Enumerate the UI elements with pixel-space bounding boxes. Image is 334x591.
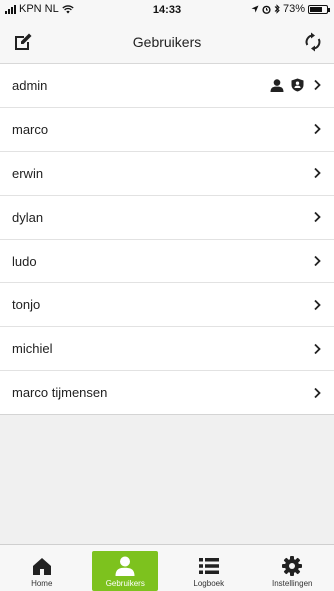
list-item[interactable]: ludo bbox=[0, 240, 334, 284]
tab-label: Logboek bbox=[193, 579, 225, 588]
user-name: erwin bbox=[12, 165, 44, 181]
user-name: admin bbox=[12, 77, 48, 93]
user-name: marco tijmensen bbox=[12, 385, 108, 401]
user-list: admin marco erwin dylan ludo tonjo michi… bbox=[0, 64, 334, 416]
chevron-right-icon bbox=[314, 255, 321, 267]
list-item[interactable]: marco tijmensen bbox=[0, 371, 334, 416]
bluetooth-icon bbox=[274, 4, 280, 14]
chevron-right-icon bbox=[314, 211, 321, 223]
list-item[interactable]: tonjo bbox=[0, 283, 334, 328]
status-right: 73% bbox=[251, 3, 330, 15]
list-item[interactable]: dylan bbox=[0, 196, 334, 240]
tab-label: Gebruikers bbox=[105, 579, 145, 588]
tab-home-inner: Home bbox=[9, 551, 75, 591]
tab-bar: Home Gebruikers Logboek Instellingen bbox=[0, 544, 334, 591]
tab-label: Instellingen bbox=[272, 579, 313, 588]
list-item[interactable]: marco bbox=[0, 108, 334, 152]
battery-percent: 73% bbox=[282, 3, 305, 15]
list-item[interactable]: admin bbox=[0, 64, 334, 108]
tab-instellingen[interactable]: Instellingen bbox=[251, 545, 334, 591]
user-name: tonjo bbox=[12, 297, 41, 313]
chevron-right-icon bbox=[314, 80, 321, 91]
status-bar: KPN NL 14:33 73% bbox=[0, 0, 334, 20]
user-name: dylan bbox=[12, 209, 44, 225]
user-badges bbox=[270, 78, 304, 92]
tab-label: Home bbox=[31, 579, 53, 588]
tab-gebruikers[interactable]: Gebruikers bbox=[84, 545, 168, 591]
location-arrow-icon bbox=[251, 5, 259, 13]
user-name: ludo bbox=[12, 253, 37, 269]
tab-gebruikers-inner: Gebruikers bbox=[92, 551, 159, 591]
chevron-right-icon bbox=[314, 168, 321, 179]
list-item[interactable]: erwin bbox=[0, 152, 334, 196]
tab-home[interactable]: Home bbox=[0, 545, 84, 591]
battery-icon bbox=[308, 4, 330, 14]
chevron-right-icon bbox=[314, 387, 321, 398]
page-title: Gebruikers bbox=[132, 34, 202, 50]
user-name: michiel bbox=[12, 341, 53, 357]
person-icon bbox=[115, 556, 135, 576]
list-icon bbox=[198, 558, 219, 574]
navigation-bar: Gebruikers bbox=[0, 20, 334, 64]
tab-logboek-inner: Logboek bbox=[176, 551, 242, 591]
person-icon bbox=[270, 79, 284, 92]
chevron-right-icon bbox=[314, 299, 321, 311]
list-item[interactable]: michiel bbox=[0, 327, 334, 372]
chevron-right-icon bbox=[314, 124, 321, 135]
shield-icon bbox=[291, 78, 304, 92]
home-icon bbox=[32, 558, 51, 575]
tab-logboek[interactable]: Logboek bbox=[167, 545, 251, 591]
chevron-right-icon bbox=[314, 343, 321, 354]
gear-icon bbox=[282, 556, 303, 576]
user-name: marco bbox=[12, 121, 49, 137]
tab-instellingen-inner: Instellingen bbox=[259, 551, 325, 591]
alarm-icon bbox=[262, 5, 271, 14]
sync-icon[interactable] bbox=[302, 31, 324, 53]
